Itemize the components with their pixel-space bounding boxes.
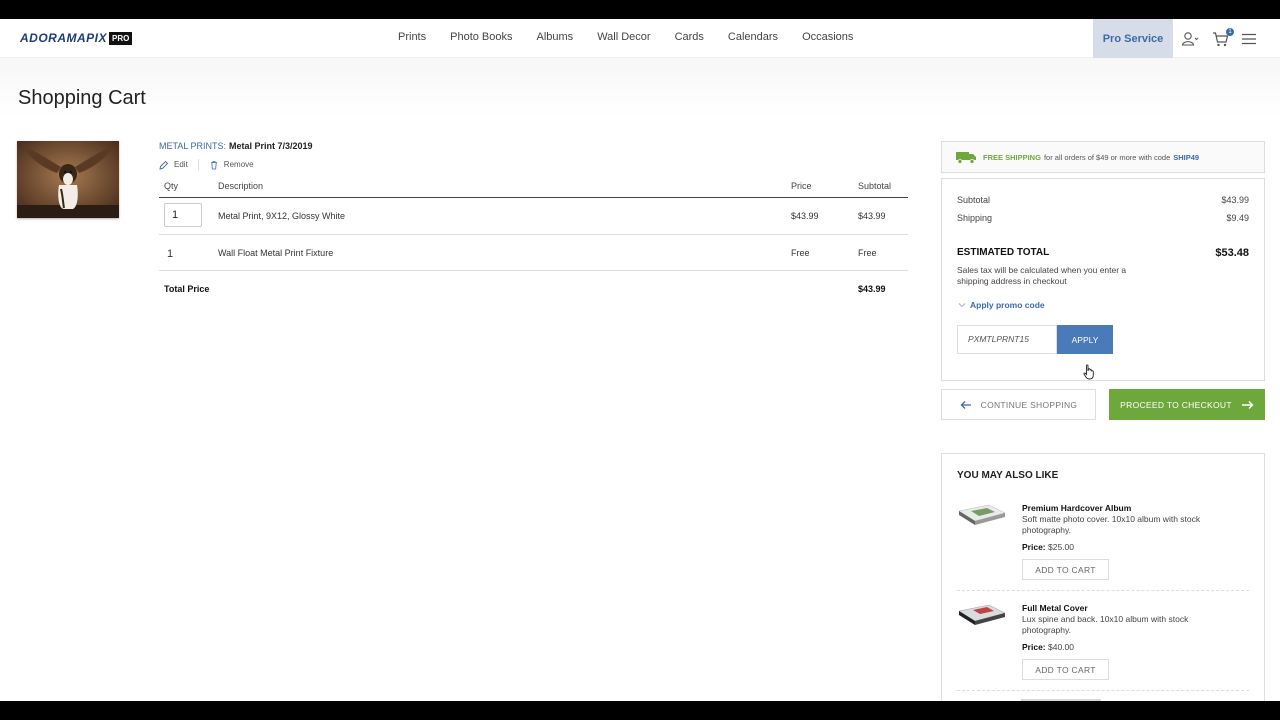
estimated-total-label: ESTIMATED TOTAL [957,247,1050,258]
row-description: Wall Float Metal Print Fixture [218,248,334,258]
recommendations-title: YOU MAY ALSO LIKE [957,470,1059,481]
price-value: $40.00 [1048,642,1074,652]
nav-albums[interactable]: Albums [537,31,574,43]
recommendation-price: Price: $25.00 [1022,542,1074,552]
free-shipping-label: FREE SHIPPING [983,152,1041,162]
recommendations-panel: YOU MAY ALSO LIKE Premium Hardcover Albu… [941,453,1265,701]
page-title: Shopping Cart [18,87,146,109]
product-heading: METAL PRINTS: Metal Print 7/3/2019 [159,141,313,151]
col-price: Price [791,181,812,191]
arrow-left-icon [960,400,971,409]
chevron-down-icon [958,303,966,308]
nav-occasions[interactable]: Occasions [802,31,853,43]
shipping-value: $9.49 [1226,213,1249,223]
pro-service-button[interactable]: Pro Service [1093,19,1173,58]
checkout-label: PROCEED TO CHECKOUT [1120,399,1232,410]
subtotal-value: $43.99 [1221,195,1249,205]
proceed-to-checkout-button[interactable]: PROCEED TO CHECKOUT [1109,389,1265,420]
row-subtotal: $43.99 [858,211,886,221]
remove-button[interactable]: Remove [209,160,254,170]
nav-calendars[interactable]: Calendars [728,31,778,43]
metal-cover-album-image[interactable] [957,603,1007,629]
product-category[interactable]: METAL PRINTS: [159,141,226,151]
apply-promo-toggle[interactable]: Apply promo code [958,300,1045,310]
main-nav: Prints Photo Books Albums Wall Decor Car… [398,31,877,43]
shipping-label: Shipping [957,213,993,223]
recommendation-name[interactable]: Premium Hardcover Album [1022,503,1131,513]
arrow-right-icon [1241,400,1254,409]
apply-promo-label: Apply promo code [970,300,1045,310]
total-price-label: Total Price [164,284,210,294]
subtotal-row: Subtotal $43.99 [957,195,1249,205]
header-rule [159,197,908,198]
quantity-input[interactable]: 1 [164,203,202,227]
col-subtotal: Subtotal [858,181,892,191]
recommendation-description: Lux spine and back. 10x10 album with sto… [1022,614,1189,635]
hardcover-album-image[interactable] [957,503,1007,529]
add-to-cart-button[interactable]: ADD TO CART [1022,559,1109,580]
col-description: Description [218,181,264,191]
free-shipping-banner: FREE SHIPPING for all orders of $49 or m… [941,141,1265,173]
row-qty: 1 [167,248,174,260]
page: ADORAMAPIX PRO Prints Photo Books Albums… [0,19,1280,701]
tax-note: Sales tax will be calculated when you en… [957,265,1127,286]
col-qty: Qty [164,181,179,191]
item-divider [957,690,1249,691]
recommendation-price: Price: $40.00 [1022,642,1074,652]
row-divider [159,270,908,271]
title-band [0,58,1280,118]
action-divider [197,159,199,170]
price-label: Price: [1022,542,1046,552]
next-item-peek [1021,699,1101,701]
hand-cursor-icon [1083,364,1094,380]
promo-code-input[interactable]: PXMTLPRNT15 [957,325,1057,354]
pencil-icon [159,160,169,170]
estimated-total-row: ESTIMATED TOTAL $53.48 [957,247,1249,259]
price-value: $25.00 [1048,542,1074,552]
continue-shopping-button[interactable]: CONTINUE SHOPPING [941,389,1096,420]
cart-count-badge: 1 [1226,28,1234,36]
row-subtotal: Free [858,248,877,258]
free-shipping-text: for all orders of $49 or more with code [1043,152,1171,162]
product-actions: Edit Remove [159,159,254,170]
estimated-total-value: $53.48 [1215,247,1249,259]
total-price-value: $43.99 [858,284,886,294]
user-icon[interactable] [1181,30,1199,48]
logo[interactable]: ADORAMAPIX PRO [20,31,133,45]
edit-button[interactable]: Edit [159,160,188,170]
item-divider [957,590,1249,591]
edit-label: Edit [174,160,188,169]
product-name: Metal Print 7/3/2019 [229,141,313,151]
truck-icon [956,151,976,164]
site-header: ADORAMAPIX PRO Prints Photo Books Albums… [0,19,1280,58]
nav-wall-decor[interactable]: Wall Decor [597,31,650,43]
logo-text: ADORAMAPIX [20,31,108,45]
nav-cards[interactable]: Cards [675,31,704,43]
row-description: Metal Print, 9X12, Glossy White [218,211,346,221]
row-price: $43.99 [791,211,819,221]
logo-pro-badge: PRO [109,32,133,45]
continue-shopping-label: CONTINUE SHOPPING [980,399,1078,410]
remove-label: Remove [223,160,254,169]
product-thumbnail[interactable] [17,141,119,218]
nav-prints[interactable]: Prints [398,31,426,43]
shipping-code: SHIP49 [1173,152,1200,162]
order-summary: Subtotal $43.99 Shipping $9.49 ESTIMATED… [941,178,1265,381]
recommendation-name[interactable]: Full Metal Cover [1022,603,1088,613]
add-to-cart-button[interactable]: ADD TO CART [1022,659,1109,680]
price-label: Price: [1022,642,1046,652]
trash-icon [210,160,217,169]
nav-photo-books[interactable]: Photo Books [450,31,512,43]
menu-icon[interactable] [1240,30,1258,48]
dog-photo-image [17,141,119,218]
subtotal-label: Subtotal [957,195,991,205]
recommendation-description: Soft matte photo cover. 10x10 album with… [1022,514,1201,535]
shipping-row: Shipping $9.49 [957,213,1249,223]
row-divider [159,234,908,235]
apply-button[interactable]: APPLY [1057,325,1113,354]
row-price: Free [791,248,810,258]
